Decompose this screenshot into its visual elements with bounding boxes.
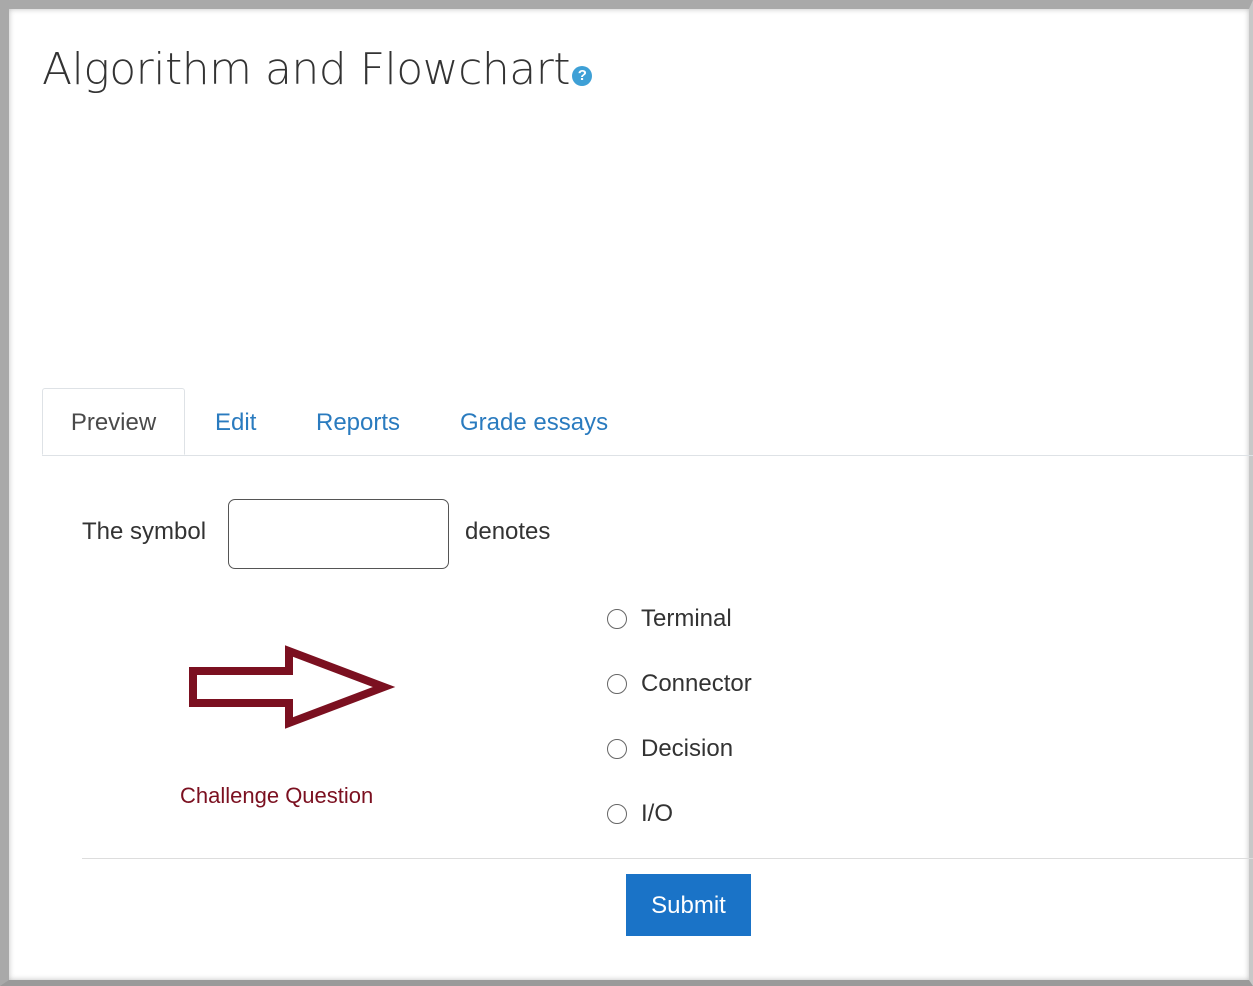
screenshot-frame	[0, 0, 1253, 986]
option-connector[interactable]: Connector	[607, 667, 752, 701]
option-label: I/O	[641, 800, 674, 827]
challenge-question-label: Challenge Question	[180, 783, 374, 808]
tab-bar: Preview Edit Reports Grade essays	[42, 388, 1253, 456]
page-title: Algorithm and Flowchart?	[42, 40, 593, 100]
option-terminal[interactable]: Terminal	[607, 602, 732, 636]
help-icon[interactable]: ?	[572, 66, 593, 86]
option-label: Decision	[641, 735, 734, 762]
tab-reports[interactable]: Reports	[316, 388, 400, 454]
option-label: Terminal	[641, 605, 732, 632]
tab-preview[interactable]: Preview	[42, 388, 185, 455]
right-arrow-icon	[189, 645, 396, 729]
divider	[82, 858, 1253, 859]
page-title-text: Algorithm and Flowchart	[42, 44, 571, 95]
submit-button[interactable]: Submit	[626, 874, 751, 936]
option-decision[interactable]: Decision	[607, 732, 733, 766]
radio-io[interactable]	[607, 804, 627, 824]
symbol-answer-input[interactable]	[228, 499, 449, 569]
question-prefix-text: The symbol	[82, 518, 207, 545]
option-io[interactable]: I/O	[607, 797, 673, 831]
radio-decision[interactable]	[607, 739, 627, 759]
tab-edit[interactable]: Edit	[215, 388, 256, 454]
tab-grade-essays[interactable]: Grade essays	[460, 388, 608, 454]
radio-connector[interactable]	[607, 674, 627, 694]
radio-terminal[interactable]	[607, 609, 627, 629]
option-label: Connector	[641, 670, 752, 697]
question-suffix-text: denotes	[465, 518, 551, 545]
